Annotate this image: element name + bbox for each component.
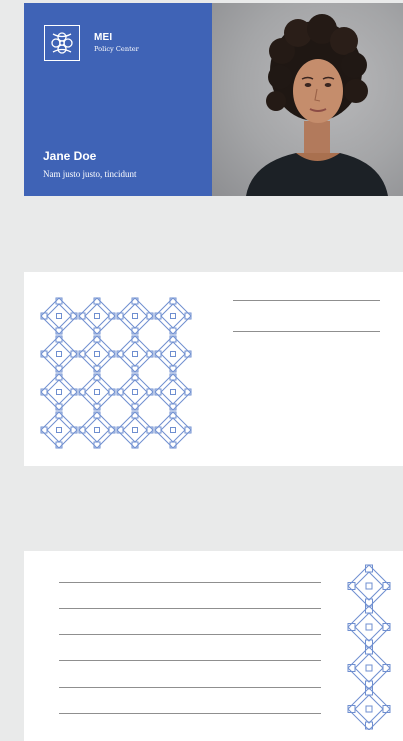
logo-emblem-icon [44,25,80,61]
person-title: Nam justo justo, tincidunt [43,169,137,179]
badge-back-card [24,272,403,466]
writing-line [59,713,321,714]
person-block: Jane Doe Nam justo justo, tincidunt [43,149,137,179]
badge-front-card: MEI Policy Center Jane Doe Nam justo jus… [24,3,403,196]
brand-block: MEI Policy Center [94,32,139,53]
brand-subtitle: Policy Center [94,45,139,53]
person-photo [212,3,403,196]
badge-info-panel: MEI Policy Center Jane Doe Nam justo jus… [24,3,212,196]
writing-line [59,582,321,583]
brand-name: MEI [94,32,113,43]
writing-line [59,608,321,609]
lined-notes-card [24,551,403,741]
person-name: Jane Doe [43,149,97,163]
writing-line [59,634,321,635]
signature-line [233,300,380,301]
decorative-pattern-strip [347,564,391,730]
decorative-pattern-grid [40,297,192,449]
writing-line [59,687,321,688]
signature-line [233,331,380,332]
writing-line [59,660,321,661]
